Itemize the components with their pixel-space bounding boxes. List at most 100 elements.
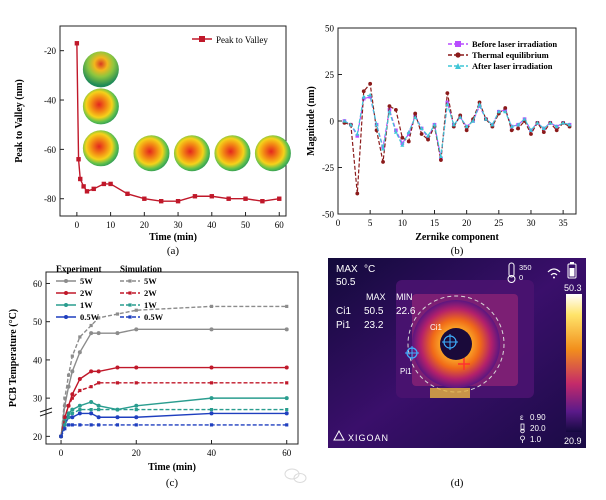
data-point-experiment-0p5W	[70, 415, 75, 420]
panel-a-ytick-label: -80	[44, 194, 56, 204]
thermal-marker-ci1: Ci1	[430, 323, 443, 332]
thermal-ci1-max: 50.5	[364, 306, 384, 317]
data-point-peak-to-valley	[226, 196, 231, 201]
data-point-experiment-1W	[89, 399, 94, 404]
legend-label-experiment-0p5W: 0.5W	[80, 312, 100, 322]
thermal-pi1-value: 23.2	[364, 320, 384, 331]
data-point-simulation-0p5W	[134, 423, 138, 427]
data-point-simulation-1W	[66, 415, 71, 419]
panel-c-ytick-label: 40	[33, 355, 43, 365]
data-point-thermal	[503, 106, 508, 110]
data-point-experiment-5W	[77, 350, 82, 355]
legend-marker-simulation	[128, 303, 132, 307]
data-point-experiment-1W	[134, 403, 139, 408]
data-point-simulation-5W	[66, 373, 71, 377]
panel-a-y-ticks: -80 -60 -40 -20	[44, 46, 64, 204]
data-point-thermal	[355, 191, 360, 196]
panel-a-ytick-label: -20	[44, 46, 56, 56]
panel-c-ytick-label: 30	[33, 394, 43, 404]
thermal-max-label: MAX	[336, 264, 358, 275]
data-point-thermal	[400, 135, 405, 140]
panel-a-xtick-label: 0	[75, 220, 80, 230]
panel-b-ytick-label: -25	[322, 163, 334, 173]
legend-label-peak-to-valley: Peak to Valley	[216, 35, 268, 45]
thermal-range-bottom: 0	[519, 273, 523, 282]
panel-b-legend: Before laser irradiation Thermal equilib…	[448, 39, 557, 71]
data-point-peak-to-valley	[91, 186, 96, 192]
legend-marker-simulation	[128, 291, 132, 295]
data-point-peak-to-valley	[175, 198, 181, 204]
data-point-simulation-2W	[115, 381, 120, 385]
panel-b-ylabel: Magnitude (nm)	[306, 86, 317, 156]
data-point-simulation-5W	[89, 323, 93, 328]
data-point-thermal	[393, 107, 398, 112]
thermal-scale-top: 50.3	[564, 283, 582, 293]
panel-b-xlabel: Zernike component	[415, 232, 499, 243]
panel-d-thermal-image: Ci1 Pi1 MAX 50.5 °C MAX MIN Ci1 50.5 22.…	[328, 258, 586, 489]
data-point-simulation-1W	[78, 408, 82, 412]
thermal-emissivity: 0.90	[530, 413, 546, 422]
data-point-peak-to-valley	[277, 196, 282, 201]
data-point-simulation-1W	[285, 408, 289, 412]
panel-b-label: (b)	[451, 245, 464, 257]
thermal-ci1-min: 22.6	[396, 306, 416, 317]
legend-marker-simulation	[128, 279, 132, 283]
data-point-simulation-5W	[78, 335, 82, 339]
data-point-simulation-0p5W	[89, 423, 93, 427]
thermal-max-value: 50.5	[336, 277, 356, 288]
data-point-simulation-1W	[115, 408, 120, 412]
data-point-peak-to-valley	[84, 189, 90, 194]
panel-b-xtick-label: 0	[336, 218, 341, 228]
panel-a-inset-maps	[82, 51, 291, 172]
data-point-simulation-2W	[285, 381, 289, 385]
data-point-experiment-5W	[70, 369, 75, 374]
legend-marker-before	[455, 41, 461, 47]
panel-a-xtick-label: 30	[174, 220, 184, 230]
legend-label-before: Before laser irradiation	[472, 39, 557, 49]
figure-canvas: -80-60-40-20 0 10 20 30 40 50 60 Peak to Valle…	[8, 24, 586, 489]
data-point-simulation-5W	[209, 304, 214, 308]
data-point-peak-to-valley	[108, 181, 113, 187]
data-point-simulation-5W	[115, 312, 120, 316]
data-point-experiment-5W	[209, 327, 214, 332]
data-point-experiment-2W	[70, 392, 75, 397]
panel-c-xtick-label: 20	[132, 448, 142, 458]
data-point-simulation-0p5W	[115, 423, 120, 427]
thermal-reflect-temp: 20.0	[530, 424, 546, 433]
data-point-thermal	[381, 160, 385, 164]
panel-c-ylabel: PCB Temperature (°C)	[8, 309, 19, 407]
data-point-simulation-0p5W	[209, 423, 214, 427]
panel-a-xtick-label: 60	[275, 220, 285, 230]
data-point-experiment-0p5W	[284, 411, 289, 416]
data-point-simulation-0p5W	[59, 434, 63, 438]
panel-c-ytick-label: 50	[33, 317, 43, 327]
data-point-simulation-2W	[63, 415, 67, 419]
data-point-thermal	[516, 126, 521, 131]
data-point-thermal	[413, 111, 418, 116]
panel-c-legend-heading-simulation: Simulation	[120, 264, 162, 274]
data-point-peak-to-valley	[125, 191, 130, 196]
data-point-experiment-0p5W	[115, 415, 120, 420]
panel-b-ytick-label: 0	[330, 117, 335, 127]
data-point-thermal	[541, 130, 546, 135]
panel-b-xtick-label: 30	[526, 218, 536, 228]
data-point-simulation-1W	[209, 408, 214, 412]
surface-map-inset	[82, 88, 119, 125]
data-point-experiment-5W	[89, 331, 94, 336]
series-line-before	[344, 96, 570, 159]
panel-a-label: (a)	[167, 245, 180, 257]
thermal-connector	[430, 388, 470, 398]
data-point-simulation-1W	[97, 408, 101, 412]
panel-a-xtick-label: 40	[207, 220, 217, 230]
data-point-experiment-2W	[89, 369, 94, 374]
legend-label-after: After laser irradiation	[472, 61, 553, 71]
panel-b-ytick-label: -50	[322, 210, 334, 220]
data-point-thermal	[529, 132, 533, 136]
panel-a-chart: -80 -60 -40 -20 0 10 20 30 40 50 60 Peak to Valle…	[14, 25, 291, 257]
panel-c-xlabel: Time (min)	[148, 462, 196, 473]
data-point-simulation-1W	[63, 423, 67, 427]
data-point-peak-to-valley	[243, 196, 248, 201]
data-point-thermal	[509, 128, 514, 133]
data-point-simulation-2W	[134, 381, 138, 385]
thermal-pi1-label: Pi1	[336, 320, 351, 331]
